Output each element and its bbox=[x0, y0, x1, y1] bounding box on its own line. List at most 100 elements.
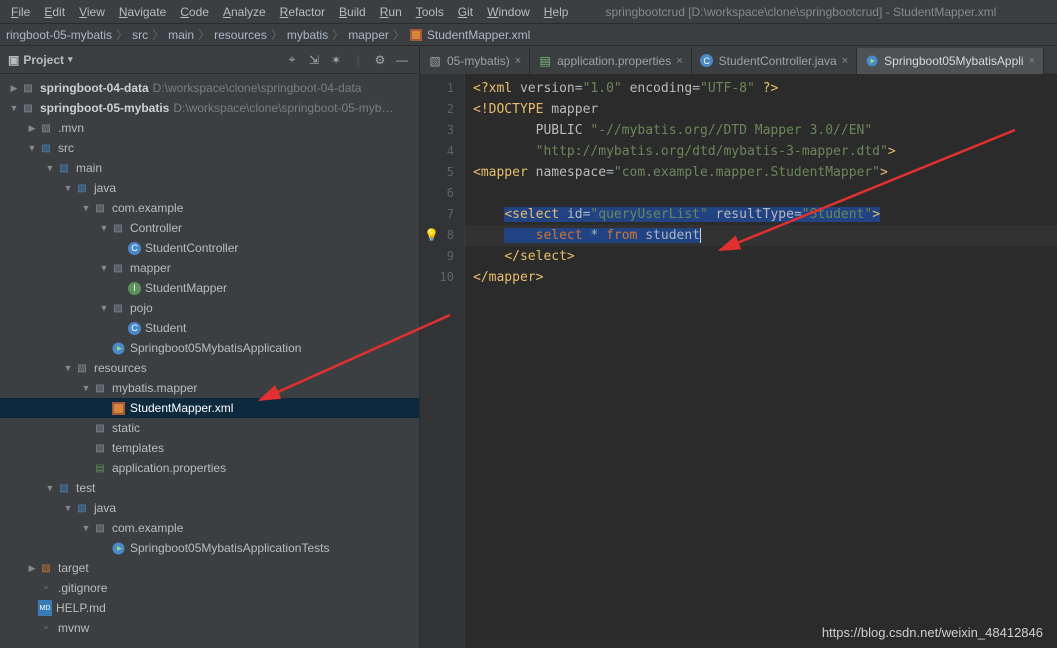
menu-navigate[interactable]: Navigate bbox=[112, 3, 173, 21]
tree-twisty[interactable]: ▼ bbox=[8, 103, 20, 113]
menu-edit[interactable]: Edit bbox=[37, 3, 72, 21]
project-tool-label[interactable]: ▣ Project ▾ bbox=[8, 53, 73, 67]
tree-row[interactable]: ▼▧main bbox=[0, 158, 419, 178]
code-line[interactable]: <!DOCTYPE mapper bbox=[473, 99, 1057, 120]
code-line[interactable]: PUBLIC "-//mybatis.org//DTD Mapper 3.0//… bbox=[473, 120, 1057, 141]
menu-run[interactable]: Run bbox=[373, 3, 409, 21]
tree-row[interactable]: ▫.gitignore bbox=[0, 578, 419, 598]
code-line[interactable]: <select id="queryUserList" resultType="S… bbox=[473, 204, 1057, 225]
menu-view[interactable]: View bbox=[72, 3, 112, 21]
tree-row[interactable]: CStudentController bbox=[0, 238, 419, 258]
editor-tab[interactable]: ▤application.properties× bbox=[530, 48, 692, 74]
tree-row[interactable]: CStudent bbox=[0, 318, 419, 338]
tree-row[interactable]: Springboot05MybatisApplication bbox=[0, 338, 419, 358]
tree-twisty[interactable]: ▶ bbox=[26, 563, 38, 574]
editor-tab[interactable]: ▧05-mybatis)× bbox=[420, 48, 530, 74]
close-icon[interactable]: × bbox=[676, 55, 682, 67]
menu-code[interactable]: Code bbox=[173, 3, 216, 21]
tree-row[interactable]: ▼▧com.example bbox=[0, 518, 419, 538]
menu-git[interactable]: Git bbox=[451, 3, 480, 21]
tree-row[interactable]: ▼▧Controller bbox=[0, 218, 419, 238]
tree-twisty[interactable]: ▼ bbox=[80, 523, 92, 533]
menu-bar: FileEditViewNavigateCodeAnalyzeRefactorB… bbox=[0, 0, 1057, 24]
tree-row[interactable]: IStudentMapper bbox=[0, 278, 419, 298]
tree-row[interactable]: MDHELP.md bbox=[0, 598, 419, 618]
gear-icon[interactable]: ⚙ bbox=[371, 51, 389, 69]
tree-row[interactable]: ▶▧target bbox=[0, 558, 419, 578]
folder-icon: ▧ bbox=[92, 420, 108, 436]
folder-icon: ▧ bbox=[38, 140, 54, 156]
expand-icon[interactable]: ⇲ bbox=[305, 51, 323, 69]
editor-tab[interactable]: Springboot05MybatisAppli × bbox=[857, 48, 1044, 74]
tree-row[interactable]: ▫mvnw bbox=[0, 618, 419, 638]
tree-twisty[interactable]: ▼ bbox=[98, 303, 110, 313]
close-icon[interactable]: × bbox=[515, 55, 521, 67]
tree-twisty[interactable]: ▼ bbox=[98, 223, 110, 233]
tree-twisty[interactable]: ▼ bbox=[26, 143, 38, 153]
breadcrumb-item[interactable]: src〉 bbox=[132, 26, 168, 43]
tree-row[interactable]: ▼▧mapper bbox=[0, 258, 419, 278]
close-icon[interactable]: × bbox=[842, 55, 848, 67]
tree-row[interactable]: ▼▧mybatis.mapper bbox=[0, 378, 419, 398]
code-line[interactable] bbox=[473, 183, 1057, 204]
close-icon[interactable]: × bbox=[1029, 55, 1035, 67]
menu-build[interactable]: Build bbox=[332, 3, 373, 21]
tree-twisty[interactable]: ▼ bbox=[80, 383, 92, 393]
tree-row[interactable]: ▧templates bbox=[0, 438, 419, 458]
code-content[interactable]: <?xml version="1.0" encoding="UTF-8" ?><… bbox=[465, 74, 1057, 648]
menu-tools[interactable]: Tools bbox=[409, 3, 451, 21]
breadcrumb-item[interactable]: mapper〉 bbox=[348, 26, 409, 43]
tree-row[interactable]: ▶▧.mvn bbox=[0, 118, 419, 138]
code-line[interactable]: <mapper namespace="com.example.mapper.St… bbox=[473, 162, 1057, 183]
tab-label: Springboot05MybatisAppli bbox=[884, 54, 1023, 68]
tree-twisty[interactable]: ▼ bbox=[80, 203, 92, 213]
tree-row[interactable]: ▧static bbox=[0, 418, 419, 438]
tree-row[interactable]: ▤application.properties bbox=[0, 458, 419, 478]
tree-row[interactable]: ▼▧java bbox=[0, 498, 419, 518]
tree-twisty[interactable]: ▶ bbox=[8, 83, 20, 94]
breadcrumb-item[interactable]: StudentMapper.xml bbox=[409, 28, 530, 42]
breadcrumb-item[interactable]: mybatis〉 bbox=[287, 26, 348, 43]
code-line[interactable]: </select> bbox=[473, 246, 1057, 267]
code-line[interactable]: select * from student bbox=[473, 225, 1057, 246]
tree-row[interactable]: Springboot05MybatisApplicationTests bbox=[0, 538, 419, 558]
tree-row[interactable]: ▼▧pojo bbox=[0, 298, 419, 318]
tree-label: resources bbox=[94, 361, 147, 375]
menu-refactor[interactable]: Refactor bbox=[273, 3, 332, 21]
hide-icon[interactable]: — bbox=[393, 51, 411, 69]
tree-twisty[interactable]: ▶ bbox=[26, 123, 38, 134]
locate-icon[interactable]: ⌖ bbox=[283, 51, 301, 69]
code-line[interactable]: </mapper> bbox=[473, 267, 1057, 288]
tree-row[interactable]: ▼▧resources bbox=[0, 358, 419, 378]
breadcrumb-item[interactable]: resources〉 bbox=[214, 26, 287, 43]
menu-analyze[interactable]: Analyze bbox=[216, 3, 273, 21]
tree-twisty[interactable]: ▼ bbox=[44, 483, 56, 493]
breadcrumb-item[interactable]: ringboot-05-mybatis〉 bbox=[6, 26, 132, 43]
editor-tabs[interactable]: ▧05-mybatis)×▤application.properties×CSt… bbox=[420, 46, 1044, 74]
tree-twisty[interactable]: ▼ bbox=[98, 263, 110, 273]
menu-window[interactable]: Window bbox=[480, 3, 537, 21]
editor-tab[interactable]: CStudentController.java× bbox=[692, 48, 858, 74]
tree-row[interactable]: ▼▧src bbox=[0, 138, 419, 158]
breadcrumb-item[interactable]: main〉 bbox=[168, 26, 214, 43]
editor-area[interactable]: 12345678💡910 <?xml version="1.0" encodin… bbox=[420, 74, 1057, 648]
tree-row[interactable]: ▼▧test bbox=[0, 478, 419, 498]
tree-row[interactable]: ▼▧java bbox=[0, 178, 419, 198]
menu-help[interactable]: Help bbox=[537, 3, 576, 21]
tree-twisty[interactable]: ▼ bbox=[44, 163, 56, 173]
folder-icon: ▧ bbox=[56, 160, 72, 176]
menu-file[interactable]: File bbox=[4, 3, 37, 21]
tree-twisty[interactable]: ▼ bbox=[62, 183, 74, 193]
tree-row[interactable]: ▼▧com.example bbox=[0, 198, 419, 218]
tree-row[interactable]: StudentMapper.xml bbox=[0, 398, 419, 418]
settings-icon[interactable]: ✶ bbox=[327, 51, 345, 69]
code-line[interactable]: "http://mybatis.org/dtd/mybatis-3-mapper… bbox=[473, 141, 1057, 162]
project-tree[interactable]: ▶▧springboot-04-dataD:\workspace\clone\s… bbox=[0, 74, 419, 648]
tree-row[interactable]: ▶▧springboot-04-dataD:\workspace\clone\s… bbox=[0, 78, 419, 98]
interface-icon: I bbox=[128, 282, 141, 295]
intention-bulb-icon[interactable]: 💡 bbox=[424, 225, 439, 246]
code-line[interactable]: <?xml version="1.0" encoding="UTF-8" ?> bbox=[473, 78, 1057, 99]
tree-twisty[interactable]: ▼ bbox=[62, 503, 74, 513]
tree-row[interactable]: ▼▧springboot-05-mybatisD:\workspace\clon… bbox=[0, 98, 419, 118]
tree-twisty[interactable]: ▼ bbox=[62, 363, 74, 373]
